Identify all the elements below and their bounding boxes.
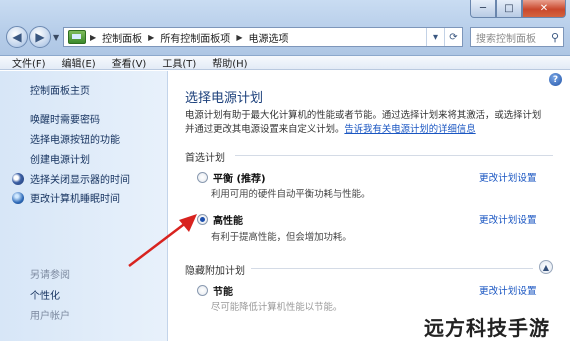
- red-pointer-arrow-icon: [128, 214, 197, 267]
- menu-edit[interactable]: 编辑(E): [54, 55, 104, 70]
- forward-button[interactable]: ▶: [29, 26, 51, 48]
- power-plan-info-link[interactable]: 告诉我有关电源计划的详细信息: [344, 124, 475, 135]
- change-plan-settings-power-saver[interactable]: 更改计划设置: [479, 283, 537, 297]
- address-bar[interactable]: ▶ 控制面板 ▶ 所有控制面板项 ▶ 电源选项 ▾ ⟳: [63, 27, 463, 47]
- control-panel-icon: [68, 30, 86, 44]
- sidebar-require-password[interactable]: 唤醒时需要密码: [30, 111, 100, 126]
- collapse-chevron-up-icon[interactable]: ▲: [539, 260, 553, 274]
- globe-icon: [12, 191, 24, 204]
- plan-power-saver[interactable]: 节能: [197, 283, 233, 298]
- description-line-1: 电源计划有助于最大化计算机的性能或者节能。通过选择计划来将其激活，或选择计划: [185, 110, 542, 121]
- sidebar-power-button[interactable]: 选择电源按钮的功能: [30, 131, 120, 146]
- plan-high-performance-desc: 有利于提高性能，但会增加功耗。: [211, 232, 352, 243]
- plan-power-saver-radio[interactable]: [197, 285, 208, 296]
- menu-bar: 文件(F) 编辑(E) 查看(V) 工具(T) 帮助(H): [0, 56, 570, 70]
- sidebar: 控制面板主页 唤醒时需要密码 选择电源按钮的功能 创建电源计划 选择关闭显示器的…: [0, 71, 168, 341]
- plan-power-saver-desc: 尽可能降低计算机性能以节能。: [211, 302, 343, 313]
- menu-file[interactable]: 文件(F): [4, 55, 54, 70]
- breadcrumb-all-items[interactable]: 所有控制面板项: [154, 30, 236, 45]
- plan-balanced-desc: 利用可用的硬件自动平衡功耗与性能。: [211, 189, 371, 200]
- see-also-heading: 另请参阅: [30, 270, 70, 281]
- minimize-button[interactable]: ─: [470, 0, 496, 18]
- menu-view[interactable]: 查看(V): [104, 55, 155, 70]
- sidebar-sleep-label: 更改计算机睡眠时间: [30, 194, 120, 205]
- change-plan-settings-balanced[interactable]: 更改计划设置: [479, 170, 537, 184]
- sidebar-personalization[interactable]: 个性化: [30, 287, 60, 302]
- window-controls: ─ □ ✕: [470, 0, 566, 18]
- close-button[interactable]: ✕: [522, 0, 566, 18]
- title-bar: ─ □ ✕ ◀ ▶ ▼ ▶ 控制面板 ▶ 所有控制面板项 ▶ 电源选项 ▾ ⟳ …: [0, 0, 570, 56]
- section-divider: [251, 268, 533, 269]
- plan-high-performance-name: 高性能: [213, 216, 243, 227]
- address-dropdown-icon[interactable]: ▾: [426, 28, 444, 46]
- history-dropdown-icon[interactable]: ▼: [53, 33, 59, 42]
- forward-arrow-icon: ▶: [35, 30, 45, 44]
- plan-balanced[interactable]: 平衡 (推荐): [197, 170, 266, 185]
- preferred-plans-heading: 首选计划: [185, 153, 225, 164]
- page-description: 电源计划有助于最大化计算机的性能或者节能。通过选择计划来将其激活，或选择计划 并…: [185, 109, 555, 137]
- maximize-button[interactable]: □: [496, 0, 522, 18]
- page-title: 选择电源计划: [185, 91, 264, 106]
- sidebar-control-panel-home[interactable]: 控制面板主页: [30, 82, 90, 97]
- sidebar-create-plan[interactable]: 创建电源计划: [30, 151, 90, 166]
- breadcrumb-control-panel[interactable]: 控制面板: [96, 30, 148, 45]
- chevron-right-icon: ▶: [90, 32, 97, 42]
- help-icon[interactable]: ?: [549, 73, 562, 86]
- moon-icon: [12, 172, 24, 185]
- main-content: ? 选择电源计划 电源计划有助于最大化计算机的性能或者节能。通过选择计划来将其激…: [169, 71, 570, 341]
- back-arrow-icon: ◀: [12, 30, 22, 44]
- menu-help[interactable]: 帮助(H): [204, 55, 255, 70]
- menu-tools[interactable]: 工具(T): [154, 55, 204, 70]
- sidebar-sleep-time[interactable]: 更改计算机睡眠时间: [12, 190, 120, 205]
- plan-balanced-name: 平衡 (推荐): [213, 174, 266, 185]
- section-divider: [235, 155, 553, 156]
- back-button[interactable]: ◀: [6, 26, 28, 48]
- search-input[interactable]: 搜索控制面板 ⚲: [470, 27, 564, 47]
- sidebar-display-off-label: 选择关闭显示器的时间: [30, 175, 130, 186]
- change-plan-settings-high-performance[interactable]: 更改计划设置: [479, 212, 537, 226]
- description-line-2: 并通过更改其电源设置来自定义计划。: [185, 124, 345, 135]
- search-icon[interactable]: ⚲: [551, 31, 559, 44]
- plan-power-saver-name: 节能: [213, 287, 233, 298]
- search-placeholder: 搜索控制面板: [476, 33, 536, 45]
- breadcrumb-power-options[interactable]: 电源选项: [242, 30, 294, 45]
- watermark-text: 远方科技手游: [420, 312, 554, 341]
- refresh-icon[interactable]: ⟳: [444, 28, 462, 46]
- sidebar-display-off-time[interactable]: 选择关闭显示器的时间: [12, 171, 130, 186]
- plan-balanced-radio[interactable]: [197, 172, 208, 183]
- sidebar-user-accounts[interactable]: 用户帐户: [30, 307, 70, 322]
